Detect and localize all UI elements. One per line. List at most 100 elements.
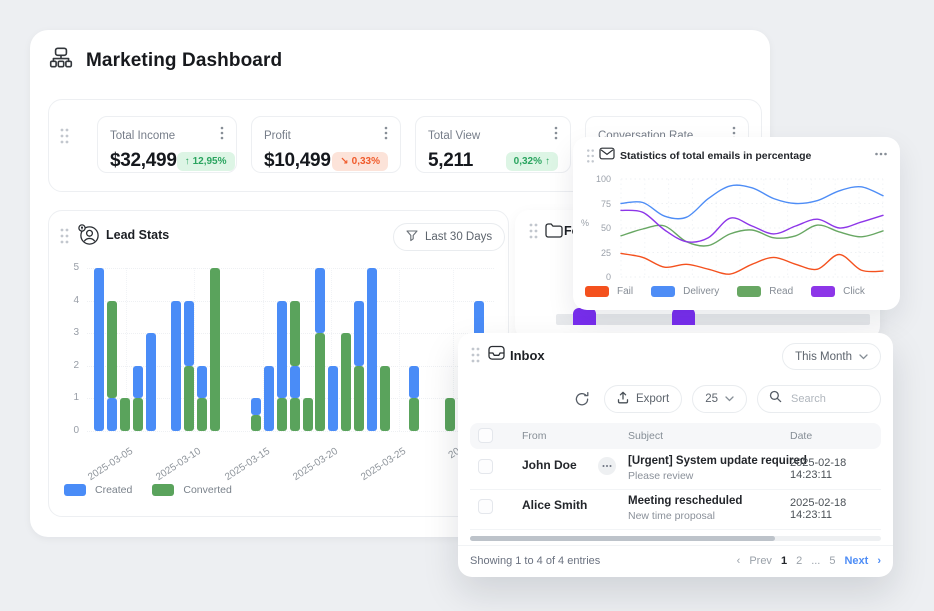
search-input[interactable] [789, 392, 879, 406]
folders-chart-bar [573, 308, 596, 325]
bar-segment-converted [210, 268, 220, 431]
chevron-down-icon [859, 351, 868, 363]
folder-icon [545, 223, 563, 243]
bar-segment-created [367, 268, 377, 431]
search-box[interactable] [757, 385, 881, 413]
period-select[interactable]: This Month [782, 343, 881, 370]
export-label: Export [636, 393, 669, 405]
email-stats-card: Statistics of total emails in percentage… [573, 137, 900, 310]
row-from: Alice Smith [522, 498, 587, 512]
page-prev[interactable]: Prev [749, 555, 772, 567]
bar-segment-created [328, 366, 338, 431]
trend-arrow-icon: ↑ [185, 156, 190, 167]
bar-segment-created [277, 301, 287, 399]
drag-handle-icon[interactable] [59, 127, 70, 150]
legend-swatch [737, 286, 761, 297]
inbox-title: Inbox [510, 348, 545, 363]
stat-card-title: Total View [428, 130, 480, 142]
page-header: Marketing Dashboard [48, 45, 282, 76]
export-button[interactable]: Export [604, 385, 682, 413]
row-date: 2025-02-18 14:23:11 [790, 497, 881, 521]
page-2[interactable]: 2 [796, 555, 802, 567]
bar-segment-created [197, 366, 207, 399]
legend-swatch [64, 484, 86, 496]
drag-handle-icon[interactable] [585, 148, 596, 169]
row-date: 2025-02-18 14:23:11 [790, 457, 881, 481]
row-checkbox[interactable] [478, 499, 493, 514]
bar-segment-converted [303, 398, 313, 431]
horizontal-scrollbar[interactable] [470, 536, 881, 541]
page-size-select[interactable]: 25 [692, 385, 747, 413]
row-subject: Meeting rescheduled [628, 495, 742, 507]
bar-segment-converted [290, 301, 300, 366]
bar-segment-created [354, 301, 364, 366]
folders-chart-track [556, 314, 870, 325]
stat-card-value: 5,211 [428, 150, 473, 172]
stat-card: Total Income $32,499↑12,95% [97, 116, 237, 173]
bar-segment-created [133, 366, 143, 399]
kebab-menu-icon[interactable] [384, 126, 388, 145]
bar-segment-created [251, 398, 261, 414]
email-stats-chart [619, 177, 885, 279]
stat-trend-badge: ↑12,95% [177, 152, 235, 171]
bar-segment-created [94, 268, 104, 431]
drag-handle-icon[interactable] [470, 346, 481, 369]
stat-card: Total View5,2110,32%↑ [415, 116, 571, 173]
bar-segment-created [409, 366, 419, 399]
lead-gridline [87, 431, 494, 432]
column-subject: Subject [628, 430, 663, 442]
bar-segment-converted [184, 366, 194, 431]
bar-segment-converted [107, 301, 117, 399]
inbox-table-header: From Subject Date [470, 423, 881, 449]
export-icon [617, 391, 629, 407]
bar-segment-created [171, 301, 181, 431]
email-line-delivery [621, 185, 883, 219]
legend-label: Delivery [683, 286, 719, 297]
lead-gridline [87, 268, 494, 269]
table-row[interactable]: John Doe[Urgent] System update requiredP… [470, 449, 881, 490]
legend-label: Fail [617, 286, 633, 297]
row-more-menu-icon[interactable] [598, 457, 616, 475]
scrollbar-thumb[interactable] [470, 536, 775, 541]
column-from: From [522, 430, 547, 442]
stat-card-title: Total Income [110, 130, 175, 142]
bar-segment-converted [409, 398, 419, 431]
email-chart-y-axis-label: % [581, 218, 589, 228]
page-title: Marketing Dashboard [86, 50, 282, 72]
kebab-menu-icon[interactable] [554, 126, 558, 145]
page-next[interactable]: Next [844, 555, 868, 567]
more-menu-icon[interactable] [874, 147, 888, 166]
row-checkbox[interactable] [478, 459, 493, 474]
envelope-icon [599, 147, 615, 165]
page-prev-chevron[interactable]: ‹ [737, 555, 741, 567]
page-ellipsis: ... [811, 555, 820, 567]
lead-xtick-label: 20 [402, 446, 462, 490]
email-ytick-label: 75 [593, 199, 611, 209]
bar-segment-converted [290, 398, 300, 431]
select-all-checkbox[interactable] [478, 428, 493, 443]
page-5[interactable]: 5 [829, 555, 835, 567]
search-icon [769, 390, 782, 408]
chevron-down-icon [725, 393, 734, 405]
row-from: John Doe [522, 458, 577, 472]
stat-card-title: Profit [264, 130, 291, 142]
page-size-value: 25 [705, 393, 718, 405]
lead-ytick-label: 4 [53, 295, 79, 306]
trend-arrow-icon: ↑ [545, 156, 550, 167]
email-stats-title: Statistics of total emails in percentage [620, 150, 811, 162]
page-1[interactable]: 1 [781, 555, 787, 567]
page-next-chevron[interactable]: › [877, 555, 881, 567]
row-subject: [Urgent] System update required [628, 455, 807, 467]
lead-xtick-label: 2025-03-25 [348, 446, 408, 490]
refresh-button[interactable] [570, 391, 594, 407]
bar-segment-created [290, 366, 300, 399]
table-row[interactable]: Alice SmithMeeting rescheduledNew time p… [470, 489, 881, 530]
trend-arrow-icon: ↘ [340, 156, 348, 167]
bar-segment-converted [445, 398, 455, 431]
stat-card: Profit$10,499↘0,33% [251, 116, 401, 173]
kebab-menu-icon[interactable] [220, 126, 224, 145]
email-line-click [621, 210, 883, 242]
drag-handle-icon[interactable] [528, 222, 539, 245]
bar-segment-created [146, 333, 156, 431]
stat-card-value: $32,499 [110, 150, 177, 172]
